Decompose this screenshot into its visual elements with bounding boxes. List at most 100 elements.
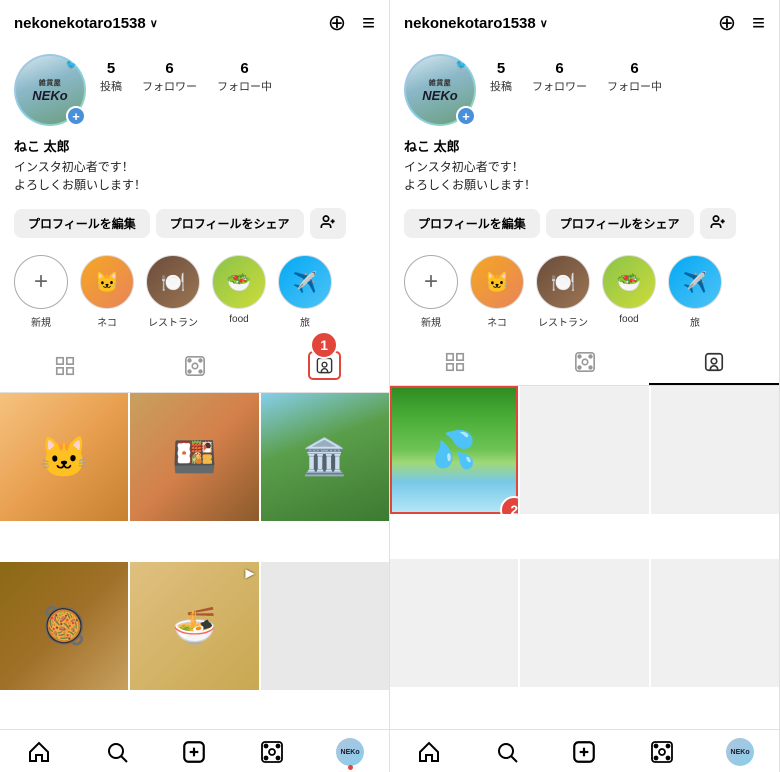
grid-cell-empty-r1 (520, 386, 648, 514)
grid-cell-waterfall[interactable]: 💦 2 (390, 386, 518, 514)
annotation-1: 1 (310, 331, 338, 359)
stats-row-right: 5 投稿 6 フォロワー 6 フォロー中 (490, 54, 662, 94)
highlight-food[interactable]: 🥗 food (212, 255, 266, 329)
nav-reels-right[interactable] (623, 738, 701, 766)
avatar-plus-badge[interactable]: + (66, 106, 86, 126)
username-chevron-right: ∨ (540, 17, 548, 30)
highlight-circle-food-right: 🥗 (602, 255, 656, 309)
avatar-container-left: 雑貨屋 NEKo 🐦 + (14, 54, 86, 126)
highlight-restaurant-right[interactable]: 🍽️ レストラン (536, 255, 590, 329)
share-profile-button[interactable]: プロフィールをシェア (156, 209, 304, 238)
highlight-label-food: food (229, 314, 248, 325)
highlight-cat-right[interactable]: 🐱 ネコ (470, 255, 524, 329)
highlight-label-travel: 旅 (300, 314, 310, 329)
edit-profile-button[interactable]: プロフィールを編集 (14, 209, 150, 238)
highlight-label-restaurant-right: レストラン (538, 314, 588, 329)
username-left[interactable]: nekonekotaro1538 ∨ (14, 15, 158, 32)
add-person-button-right[interactable] (700, 208, 736, 239)
add-post-icon[interactable]: ⊕ (328, 10, 346, 36)
profile-bio-left: インスタ初心者です！ よろしくお願いします！ (14, 158, 375, 194)
avatar-line2-right: NEKo (422, 88, 457, 103)
highlight-label-travel-right: 旅 (690, 314, 700, 329)
profile-section-right: 雑貨屋 NEKo 🐦 + 5 投稿 6 フォロワー 6 フォロー中 (390, 46, 779, 136)
menu-icon[interactable]: ≡ (362, 10, 375, 36)
followers-label-right: フォロワー (532, 78, 587, 94)
avatar-bird-icon: 🐦 (66, 60, 78, 71)
menu-icon-right[interactable]: ≡ (752, 10, 765, 36)
nav-search-right[interactable] (468, 738, 546, 766)
action-buttons-right: プロフィールを編集 プロフィールをシェア (390, 202, 779, 249)
profile-section-left: 雑貨屋 NEKo 🐦 + 5 投稿 6 フォロワー 6 フォロー中 (0, 46, 389, 136)
followers-stat[interactable]: 6 フォロワー (142, 60, 197, 94)
tab-reels-right[interactable] (520, 341, 650, 385)
highlight-circle-new-right: + (404, 255, 458, 309)
left-panel: nekonekotaro1538 ∨ ⊕ ≡ 雑貨屋 NEKo 🐦 + 5 投稿 (0, 0, 390, 772)
following-label: フォロー中 (217, 78, 272, 94)
highlight-circle-restaurant-right: 🍽️ (536, 255, 590, 309)
edit-profile-button-right[interactable]: プロフィールを編集 (404, 209, 540, 238)
highlight-circle-restaurant: 🍽️ (146, 255, 200, 309)
stats-row-left: 5 投稿 6 フォロワー 6 フォロー中 (100, 54, 272, 94)
nav-search-left[interactable] (78, 738, 156, 766)
username-right[interactable]: nekonekotaro1538 ∨ (404, 15, 548, 32)
highlight-new-right[interactable]: + 新規 (404, 255, 458, 329)
highlights-left: + 新規 🐱 ネコ 🍽️ レストラン 🥗 food ✈️ 旅 (0, 249, 389, 341)
header-left: nekonekotaro1538 ∨ ⊕ ≡ (0, 0, 389, 46)
highlight-travel-right[interactable]: ✈️ 旅 (668, 255, 722, 329)
add-post-icon-right[interactable]: ⊕ (718, 10, 736, 36)
highlight-food-right[interactable]: 🥗 food (602, 255, 656, 329)
nav-profile-right[interactable]: NEKo (701, 738, 779, 766)
highlight-cat[interactable]: 🐱 ネコ (80, 255, 134, 329)
grid-cell-empty (261, 562, 389, 690)
highlight-label-new-right: 新規 (421, 314, 441, 329)
profile-info-left: ねこ 太郎 インスタ初心者です！ よろしくお願いします！ (0, 136, 389, 202)
highlight-label-food-right: food (619, 314, 638, 325)
nav-add-left[interactable] (156, 738, 234, 766)
highlight-new[interactable]: + 新規 (14, 255, 68, 329)
following-label-right: フォロー中 (607, 78, 662, 94)
nav-home-right[interactable] (390, 738, 468, 766)
posts-stat-right: 5 投稿 (490, 60, 512, 94)
highlight-restaurant[interactable]: 🍽️ レストラン (146, 255, 200, 329)
grid-cell-empty-r4 (520, 559, 648, 687)
tab-grid-left[interactable] (0, 341, 130, 392)
followers-stat-right[interactable]: 6 フォロワー (532, 60, 587, 94)
highlight-circle-new: + (14, 255, 68, 309)
grid-cell-cat[interactable]: 🐱 (0, 393, 128, 521)
following-count: 6 (240, 60, 248, 77)
grid-cell-empty-r2 (651, 386, 779, 514)
highlight-label-restaurant: レストラン (148, 314, 198, 329)
bottom-nav-left: NEKo (0, 729, 389, 772)
highlight-circle-cat-right: 🐱 (470, 255, 524, 309)
posts-stat: 5 投稿 (100, 60, 122, 94)
right-panel: nekonekotaro1538 ∨ ⊕ ≡ 雑貨屋 NEKo 🐦 + 5 投稿 (390, 0, 780, 772)
tabs-left: 1 (0, 341, 389, 393)
highlight-travel[interactable]: ✈️ 旅 (278, 255, 332, 329)
highlight-label-cat-right: ネコ (487, 314, 507, 329)
nav-profile-left[interactable]: NEKo (311, 738, 389, 766)
add-person-button[interactable] (310, 208, 346, 239)
grid-cell-food2[interactable]: 🍜 ▶ (130, 562, 258, 690)
nav-home-left[interactable] (0, 738, 78, 766)
tab-grid-right[interactable] (390, 341, 520, 385)
tab-tagged-right[interactable] (649, 341, 779, 385)
following-stat[interactable]: 6 フォロー中 (217, 60, 272, 94)
tabs-right (390, 341, 779, 386)
nav-add-right[interactable] (546, 738, 624, 766)
tab-tagged-left[interactable]: 1 (259, 341, 389, 392)
following-stat-right[interactable]: 6 フォロー中 (607, 60, 662, 94)
followers-count: 6 (165, 60, 173, 77)
tab-reels-left[interactable] (130, 341, 260, 392)
highlights-right: + 新規 🐱 ネコ 🍽️ レストラン 🥗 food ✈️ 旅 (390, 249, 779, 341)
grid-cell-food1[interactable]: 🍱 (130, 393, 258, 521)
share-profile-button-right[interactable]: プロフィールをシェア (546, 209, 694, 238)
username-text-right: nekonekotaro1538 (404, 15, 536, 32)
grid-cell-dish[interactable]: 🥘 (0, 562, 128, 690)
avatar-plus-badge-right[interactable]: + (456, 106, 476, 126)
highlight-circle-travel-right: ✈️ (668, 255, 722, 309)
grid-cell-building[interactable]: 🏛️ (261, 393, 389, 521)
highlight-label-new: 新規 (31, 314, 51, 329)
posts-label: 投稿 (100, 78, 122, 94)
nav-reels-left[interactable] (233, 738, 311, 766)
posts-count: 5 (107, 60, 115, 77)
